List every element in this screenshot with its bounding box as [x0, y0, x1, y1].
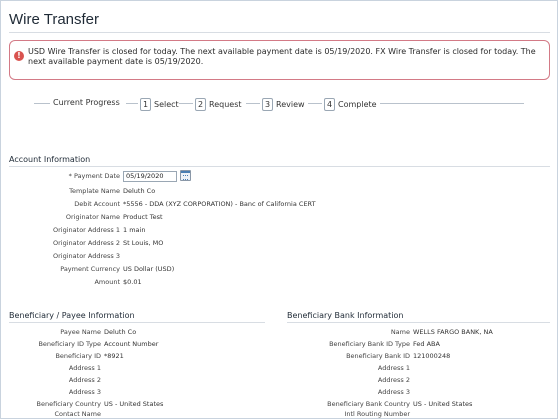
step-label: Select — [154, 100, 179, 109]
field-value: Deluth Co — [123, 187, 156, 195]
step-request: 2 Request — [195, 98, 242, 111]
step-label: Review — [276, 100, 305, 109]
field-label: Debit Account — [74, 200, 120, 208]
step-number: 1 — [140, 98, 151, 111]
field-value: Deluth Co — [104, 328, 137, 336]
page-title: Wire Transfer — [9, 11, 100, 28]
field-value: US - United States — [413, 400, 473, 408]
progress-line — [179, 103, 193, 104]
account-section-title: Account Information — [9, 155, 91, 164]
field-value: US - United States — [104, 400, 164, 408]
field-label: Contact Name — [54, 410, 101, 418]
field-value: US Dollar (USD) — [123, 265, 175, 273]
field-label: Beneficiary Country — [36, 400, 101, 408]
bank-section-title: Beneficiary Bank Information — [287, 311, 404, 320]
payment-date-label: * Payment Date — [68, 172, 120, 180]
field-label: Originator Address 1 — [53, 226, 120, 234]
progress-line — [246, 103, 260, 104]
field-label: Address 3 — [377, 388, 410, 396]
field-label: Address 1 — [377, 364, 410, 372]
step-label: Request — [209, 100, 242, 109]
field-label: Payee Name — [60, 328, 101, 336]
section-divider — [9, 166, 550, 167]
field-label: Template Name — [69, 187, 120, 195]
field-label: Address 3 — [68, 388, 101, 396]
field-label: Name — [390, 328, 410, 336]
field-label: Address 2 — [68, 376, 101, 384]
field-label: Originator Address 3 — [53, 252, 120, 260]
field-label: Intl Routing Number — [344, 410, 410, 418]
field-label: Originator Name — [65, 213, 120, 221]
section-divider — [9, 322, 265, 323]
alert-message: USD Wire Transfer is closed for today. T… — [28, 47, 536, 66]
step-number: 4 — [324, 98, 335, 111]
step-number: 3 — [262, 98, 273, 111]
payment-date-input[interactable]: 05/19/2020 — [123, 171, 177, 182]
calendar-icon[interactable] — [180, 170, 191, 181]
field-value: *5556 - DDA (XYZ CORPORATION) - Banc of … — [123, 200, 316, 208]
field-label: Beneficiary ID — [55, 352, 101, 360]
step-select: 1 Select — [140, 98, 179, 111]
field-label: Beneficiary Bank Country — [327, 400, 410, 408]
field-value: $0.01 — [123, 278, 142, 286]
progress-line — [34, 103, 50, 104]
progress-label: Current Progress — [53, 98, 120, 107]
field-label: Beneficiary Bank ID — [346, 352, 410, 360]
field-value: 1 main — [123, 226, 146, 234]
field-value: St Louis, MO — [123, 239, 164, 247]
progress-steps: Current Progress 1 Select 2 Request 3 Revie… — [34, 95, 524, 111]
field-label: Address 2 — [377, 376, 410, 384]
title-divider — [9, 32, 550, 33]
field-value: Product Test — [123, 213, 163, 221]
error-icon: ! — [14, 51, 24, 61]
error-alert: ! USD Wire Transfer is closed for today.… — [9, 40, 550, 80]
field-label: Payment Currency — [60, 265, 120, 273]
field-value: 121000248 — [413, 352, 451, 360]
field-value: WELLS FARGO BANK, NA — [413, 328, 493, 336]
progress-line — [308, 103, 322, 104]
field-value: Fed ABA — [413, 340, 440, 348]
field-label: Amount — [94, 278, 120, 286]
field-label: Beneficiary ID Type — [38, 340, 101, 348]
step-number: 2 — [195, 98, 206, 111]
field-label: Beneficiary Bank ID Type — [329, 340, 410, 348]
section-divider — [287, 322, 550, 323]
step-complete: 4 Complete — [324, 98, 377, 111]
field-value: Account Number — [104, 340, 159, 348]
field-label: Address 1 — [68, 364, 101, 372]
progress-line — [126, 103, 138, 104]
step-review: 3 Review — [262, 98, 305, 111]
progress-line — [380, 103, 524, 104]
field-value: *8921 — [104, 352, 124, 360]
step-label: Complete — [338, 100, 377, 109]
field-label: Originator Address 2 — [53, 239, 120, 247]
beneficiary-section-title: Beneficiary / Payee Information — [9, 311, 135, 320]
